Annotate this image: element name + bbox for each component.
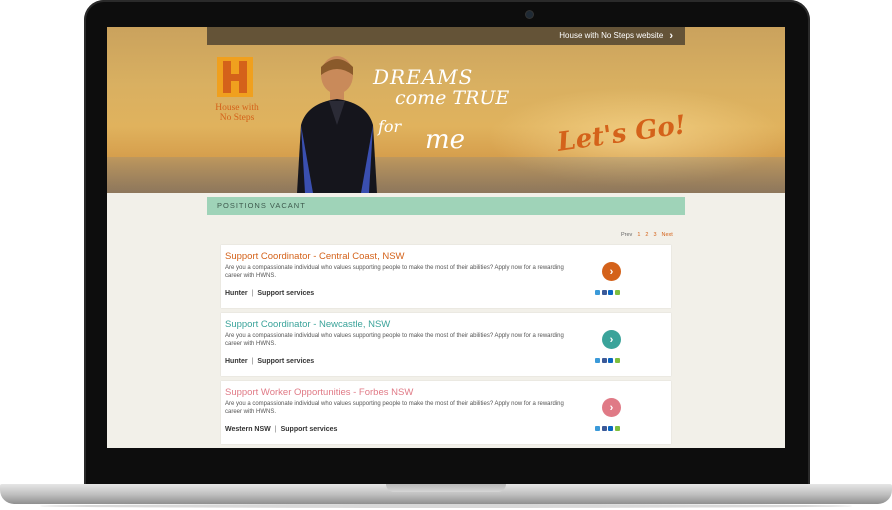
laptop-shadow <box>40 504 852 508</box>
linkedin-icon[interactable] <box>608 290 613 295</box>
job-category: Support services <box>280 426 338 433</box>
pagination-page-2[interactable]: 2 <box>645 232 648 238</box>
section-title: POSITIONS VACANT <box>217 201 306 210</box>
meta-separator: | <box>251 290 254 297</box>
laptop-notch <box>386 484 506 492</box>
job-category: Support services <box>257 358 315 365</box>
slogan-me: me <box>425 125 466 155</box>
chevron-right-icon: › <box>609 333 614 346</box>
logo[interactable]: House with No Steps <box>215 57 259 147</box>
facebook-icon[interactable] <box>601 290 607 295</box>
slogan-for: for <box>378 117 402 136</box>
chevron-right-icon: › <box>609 401 614 414</box>
job-category: Support services <box>257 290 315 297</box>
job-meta: Hunter | Support services <box>225 290 314 297</box>
hero-banner: House with No Steps website › House with… <box>107 27 785 193</box>
view-job-button[interactable]: › <box>602 330 621 349</box>
screen: House with No Steps website › House with… <box>107 27 785 448</box>
twitter-icon[interactable] <box>595 426 600 431</box>
view-job-button[interactable]: › <box>602 262 621 281</box>
job-meta: Western NSW | Support services <box>225 426 337 433</box>
job-description: Are you a compassionate individual who v… <box>225 333 564 347</box>
share-icon[interactable] <box>614 290 620 295</box>
twitter-icon[interactable] <box>595 290 600 295</box>
job-meta: Hunter | Support services <box>225 358 314 365</box>
meta-separator: | <box>251 358 254 365</box>
pagination: Prev 1 2 3 Next <box>621 232 673 238</box>
linkedin-icon[interactable] <box>608 358 613 363</box>
job-description: Are you a compassionate individual who v… <box>225 401 564 415</box>
job-card: Support Coordinator - Central Coast, NSW… <box>221 245 671 308</box>
job-card: Support Worker Opportunities - Forbes NS… <box>221 381 671 444</box>
job-title[interactable]: Support Worker Opportunities - Forbes NS… <box>225 387 413 398</box>
job-card: Support Coordinator - Newcastle, NSW Are… <box>221 313 671 376</box>
job-title[interactable]: Support Coordinator - Central Coast, NSW <box>225 251 405 262</box>
chevron-right-icon: › <box>609 265 614 278</box>
view-job-button[interactable]: › <box>602 398 621 417</box>
hero-slogan: DREAMS come TRUE for me <box>373 65 523 175</box>
camera <box>526 11 533 18</box>
positions-vacant-header: POSITIONS VACANT <box>207 197 685 215</box>
share-icon[interactable] <box>614 426 620 431</box>
website-link-label: House with No Steps website <box>559 31 664 40</box>
share-icon[interactable] <box>614 358 620 363</box>
pagination-page-1[interactable]: 1 <box>637 232 640 238</box>
twitter-icon[interactable] <box>595 358 600 363</box>
house-with-no-steps-website-link[interactable]: House with No Steps website › <box>559 27 673 45</box>
meta-separator: | <box>274 426 277 433</box>
pagination-prev[interactable]: Prev <box>621 232 632 238</box>
pagination-next[interactable]: Next <box>662 232 673 238</box>
pagination-page-3[interactable]: 3 <box>653 232 656 238</box>
social-share <box>595 290 620 295</box>
logo-text: House with No Steps <box>215 103 259 123</box>
facebook-icon[interactable] <box>601 426 607 431</box>
top-bar: House with No Steps website › <box>207 27 685 45</box>
job-region: Hunter <box>225 358 248 365</box>
job-description: Are you a compassionate individual who v… <box>225 265 564 279</box>
social-share <box>595 426 620 431</box>
facebook-icon[interactable] <box>601 358 607 363</box>
slogan-come-true: come TRUE <box>395 87 510 109</box>
job-region: Hunter <box>225 290 248 297</box>
linkedin-icon[interactable] <box>608 426 613 431</box>
job-title[interactable]: Support Coordinator - Newcastle, NSW <box>225 319 390 330</box>
chevron-right-icon: › <box>669 30 673 42</box>
job-region: Western NSW <box>225 426 271 433</box>
social-share <box>595 358 620 363</box>
slogan-dreams: DREAMS <box>373 65 474 89</box>
house-logo-icon <box>217 57 253 97</box>
